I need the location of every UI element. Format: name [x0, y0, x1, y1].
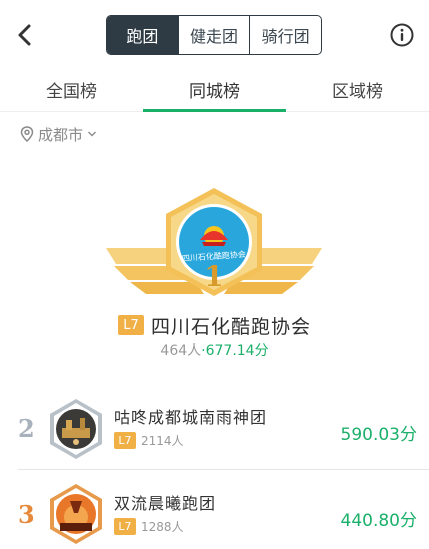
member-count: 2114人: [141, 434, 184, 448]
first-place-members: 464人: [160, 343, 202, 359]
first-place-title[interactable]: L7 四川石化酷跑协会: [0, 312, 429, 338]
segment-running-club[interactable]: 跑团: [107, 16, 178, 54]
chevron-down-icon: [88, 131, 97, 137]
club-meta: L7 1288人: [114, 518, 184, 535]
club-avatar[interactable]: [48, 483, 104, 545]
rank-number: 3: [18, 500, 35, 529]
club-type-segmented-control: 跑团 健走团 骑行团: [106, 15, 322, 55]
rank-number: 2: [18, 414, 35, 443]
first-place-distance: 677.14分: [205, 343, 269, 359]
ranking-row[interactable]: 3 双流晨曦跑团 L7 1288人 440.80分: [0, 478, 429, 549]
club-distance: 440.80分: [340, 511, 417, 531]
back-chevron-icon[interactable]: [14, 22, 36, 48]
info-icon[interactable]: [390, 23, 414, 47]
city-label: 成都市: [38, 125, 84, 144]
segment-walking-club[interactable]: 健走团: [177, 16, 250, 54]
first-place-badge[interactable]: 四川石化酷跑协会 1: [104, 186, 324, 304]
city-selector[interactable]: 成都市: [20, 123, 101, 145]
level-badge: L7: [114, 432, 136, 449]
club-name: 双流晨曦跑团: [114, 494, 217, 513]
divider: [18, 469, 429, 470]
leaderboard-tabs: 全国榜 同城榜 区域榜: [0, 68, 429, 112]
tab-same-city[interactable]: 同城榜: [143, 68, 286, 112]
club-meta: L7 2114人: [114, 432, 184, 449]
level-badge: L7: [117, 315, 144, 335]
segment-cycling-club[interactable]: 骑行团: [249, 16, 321, 54]
ranking-row[interactable]: 2 咕咚成都城南雨神团 L7 2114人 590.03分: [0, 392, 429, 470]
level-badge: L7: [114, 518, 136, 535]
tab-national[interactable]: 全国榜: [0, 68, 143, 111]
first-place-stats: 464人·677.14分: [0, 340, 429, 359]
badge-rank-number: 1: [204, 260, 223, 293]
tab-regional[interactable]: 区域榜: [286, 68, 429, 111]
club-name: 咕咚成都城南雨神团: [114, 408, 268, 427]
club-avatar[interactable]: [48, 398, 104, 460]
location-pin-icon: [20, 126, 34, 142]
top-bar: 跑团 健走团 骑行团: [0, 0, 429, 68]
club-distance: 590.03分: [340, 425, 417, 445]
first-place-club-name: 四川石化酷跑协会: [150, 315, 311, 338]
member-count: 1288人: [141, 520, 184, 534]
